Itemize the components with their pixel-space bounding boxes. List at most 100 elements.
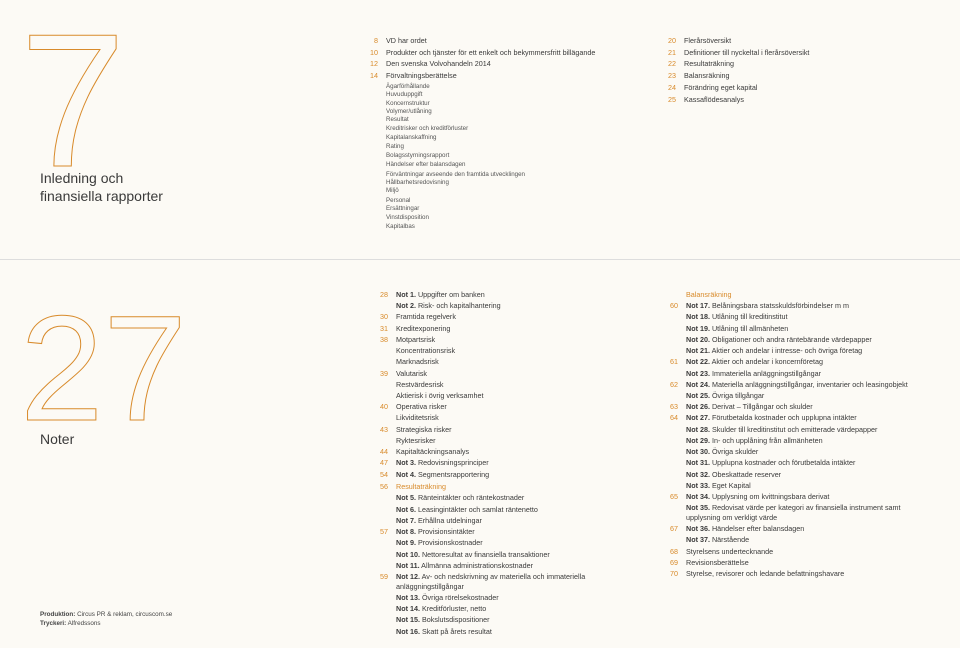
- page-number: 63: [660, 402, 678, 412]
- page-number: 24: [658, 83, 676, 93]
- entry-text: Not 5. Ränteintäkter och räntekostnader: [396, 493, 524, 503]
- note-row: 56Resultaträkning: [370, 482, 630, 492]
- entry-text: Definitioner till nyckeltal i flerårsöve…: [684, 48, 809, 58]
- toc-row: Kapitalbas: [360, 223, 622, 231]
- toc-row: 19Vinstdisposition: [360, 214, 622, 224]
- entry-text: Resultat: [386, 116, 409, 124]
- page-number: 39: [370, 369, 388, 379]
- page-number: [660, 481, 678, 491]
- entry-text: Not 15. Bokslutsdispositioner: [396, 615, 489, 625]
- page-number: [370, 436, 388, 446]
- entry-text: Balansräkning: [686, 290, 732, 300]
- notes-col-2: Balansräkning 60 Not 17. Belåningsbara sta…: [660, 290, 920, 638]
- page-number: 30: [370, 312, 388, 322]
- note-row: 69Revisionsberättelse: [660, 558, 920, 568]
- page-number: [360, 197, 378, 205]
- entry-text: Not 22. Aktier och andelar i koncernföre…: [686, 357, 823, 367]
- notes-columns: 28Not 1. Uppgifter om bankenNot 2. Risk-…: [370, 290, 920, 638]
- page-number: 31: [370, 324, 388, 334]
- note-row: 38Motpartsrisk: [370, 335, 630, 345]
- note-row: Not 6. Leasingintäkter och samlat ränten…: [370, 505, 630, 515]
- note-row: Not 23. Immateriella anläggningstillgång…: [660, 369, 920, 379]
- entry-text: Kapitalbas: [386, 223, 415, 231]
- entry-text: Not 24. Materiella anläggningstillgångar…: [686, 380, 908, 390]
- entry-text: Not 37. Närstående: [686, 535, 749, 545]
- entry-text: Huvuduppgift: [386, 91, 422, 99]
- entry-text: Not 23. Immateriella anläggningstillgång…: [686, 369, 821, 379]
- entry-text: Förväntningar avseende den framtida utve…: [386, 171, 525, 179]
- note-row: Not 18. Utlåning till kreditinstitut: [660, 312, 920, 322]
- toc-row: 16Rating: [360, 143, 622, 153]
- footer-credits: Produktion: Circus PR & reklam, circusco…: [40, 611, 172, 628]
- page-number: [660, 436, 678, 446]
- note-row: 70Styrelse, revisorer och ledande befatt…: [660, 569, 920, 579]
- page-number: 65: [660, 492, 678, 502]
- entry-text: Not 36. Händelser efter balansdagen: [686, 524, 804, 534]
- entry-text: VD har ordet: [386, 36, 427, 46]
- note-row: Aktierisk i övrig verksamhet: [370, 391, 630, 401]
- note-row: 67Not 36. Händelser efter balansdagen: [660, 524, 920, 534]
- svg-text:27: 27: [20, 284, 187, 452]
- prod-label: Produktion:: [40, 611, 75, 618]
- entry-text: Not 1. Uppgifter om banken: [396, 290, 485, 300]
- note-row: Not 37. Närstående: [660, 535, 920, 545]
- entry-text: Not 7. Erhållna utdelningar: [396, 516, 482, 526]
- entry-text: Ersättningar: [386, 205, 419, 213]
- page-number: 20: [658, 36, 676, 46]
- page-number: [660, 324, 678, 334]
- page-number: 60: [660, 301, 678, 311]
- entry-text: Ryktesrisker: [396, 436, 436, 446]
- page-number: [660, 346, 678, 356]
- entry-text: Resultaträkning: [684, 59, 734, 69]
- entry-text: Miljö: [386, 187, 399, 197]
- note-row: Not 11. Allmänna administrationskostnade…: [370, 561, 630, 571]
- section-title-intro: Inledning ochfinansiella rapporter: [40, 170, 163, 205]
- entry-text: Not 30. Övriga skulder: [686, 447, 758, 457]
- note-row: Not 13. Övriga rörelsekostnader: [370, 593, 630, 603]
- entry-text: Not 26. Derivat – Tillgångar och skulder: [686, 402, 813, 412]
- tryck-label: Tryckeri:: [40, 620, 66, 627]
- note-row: 65 Not 34. Upplysning om kvittningsbara d…: [660, 492, 920, 502]
- note-row: Not 2. Risk- och kapitalhantering: [370, 301, 630, 311]
- page-number: [370, 346, 388, 356]
- entry-text: Valutarisk: [396, 369, 427, 379]
- entry-text: Not 33. Eget Kapital: [686, 481, 751, 491]
- entry-text: Koncernstruktur: [386, 100, 430, 108]
- entry-text: Not 14. Kreditförluster, netto: [396, 604, 486, 614]
- page-number: [370, 391, 388, 401]
- entry-text: Not 20. Obligationer och andra räntebära…: [686, 335, 872, 345]
- entry-text: Personal: [386, 197, 410, 205]
- note-row: 28Not 1. Uppgifter om banken: [370, 290, 630, 300]
- note-row: Not 20. Obligationer och andra räntebära…: [660, 335, 920, 345]
- entry-text: Strategiska risker: [396, 425, 452, 435]
- toc-row: 24Förändring eget kapital: [658, 83, 920, 93]
- page-number: 69: [660, 558, 678, 568]
- page-number: [660, 458, 678, 468]
- page-number: [660, 290, 678, 300]
- entry-text: Not 18. Utlåning till kreditinstitut: [686, 312, 787, 322]
- note-row: Restvärdesrisk: [370, 380, 630, 390]
- entry-text: Not 21. Aktier och andelar i intresse- o…: [686, 346, 862, 356]
- note-row: 59Not 12. Av- och nedskrivning av materi…: [370, 572, 630, 591]
- page-number: [660, 470, 678, 480]
- page-number: 59: [370, 572, 388, 591]
- page-number: [360, 83, 378, 91]
- note-row: 47Not 3. Redovisningsprinciper: [370, 458, 630, 468]
- entry-text: Not 34. Upplysning om kvittningsbara der…: [686, 492, 829, 502]
- page-number: [360, 205, 378, 213]
- entry-text: Not 17. Belåningsbara statsskuldsförbind…: [686, 301, 849, 311]
- toc-row: 10Produkter och tjänster för ett enkelt …: [360, 48, 622, 58]
- page-number: [370, 550, 388, 560]
- entry-text: Not 11. Allmänna administrationskostnade…: [396, 561, 533, 571]
- note-row: 31Kreditexponering: [370, 324, 630, 334]
- note-row: Not 31. Upplupna kostnader och förutbeta…: [660, 458, 920, 468]
- note-row: Not 15. Bokslutsdispositioner: [370, 615, 630, 625]
- toc-row: Bolagsstyrningsrapport: [360, 152, 622, 160]
- toc-row: 22Resultaträkning: [658, 59, 920, 69]
- note-row: Not 16. Skatt på årets resultat: [370, 627, 630, 637]
- note-row: 39 Valutarisk: [370, 369, 630, 379]
- entry-text: Hållbarhetsredovisning: [386, 179, 449, 187]
- page-number: 18: [360, 187, 378, 197]
- page-number: 16: [360, 143, 378, 153]
- page-number: 8: [360, 36, 378, 46]
